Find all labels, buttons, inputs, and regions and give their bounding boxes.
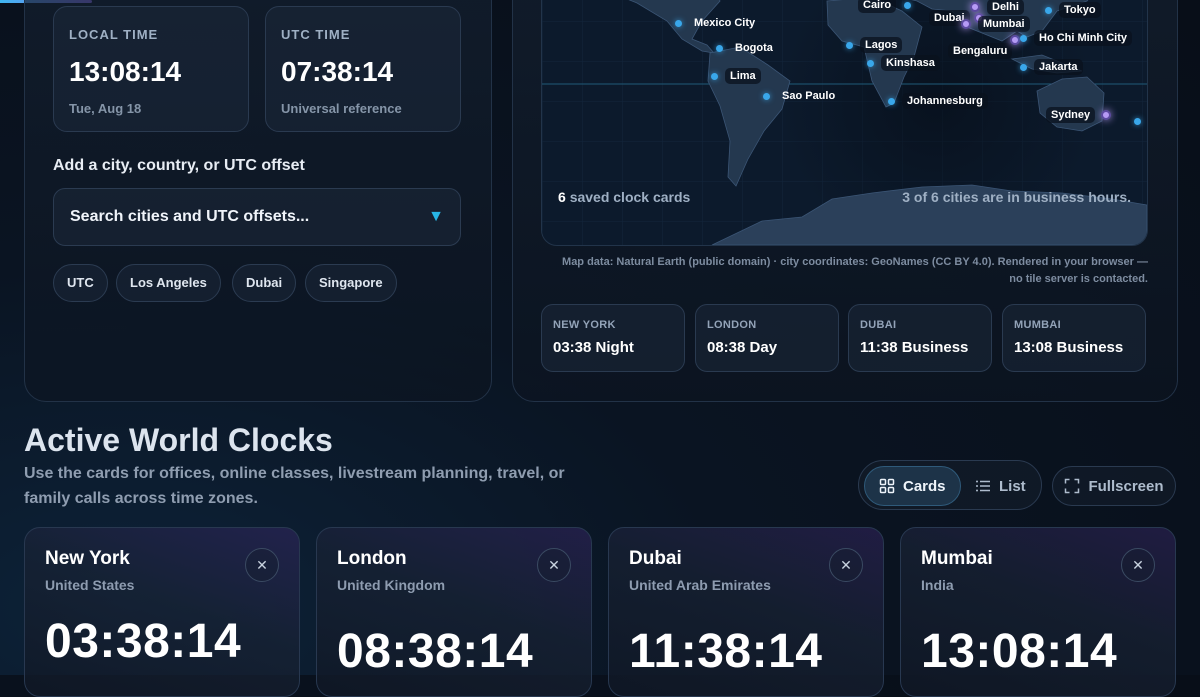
clock-card-city: London	[337, 548, 407, 569]
city-marker-kinshasa[interactable]: Kinshasa	[867, 55, 940, 71]
fullscreen-icon	[1065, 478, 1080, 494]
clock-card-time: 08:38:14	[337, 625, 534, 678]
city-marker-cairo[interactable]: Cairo	[851, 0, 912, 13]
clock-card-country: United States	[45, 577, 135, 593]
city-marker-ho-chi-minh-city[interactable]: Ho Chi Minh City	[1020, 30, 1132, 46]
grid-icon	[879, 478, 895, 494]
city-marker-johannesburg[interactable]: Johannesburg	[888, 93, 988, 109]
quick-chip-utc[interactable]: UTC	[53, 264, 108, 302]
clock-card-country: United Kingdom	[337, 577, 446, 593]
close-icon[interactable]: ✕	[245, 548, 279, 582]
city-marker-delhi[interactable]: Delhi	[970, 0, 1024, 15]
mini-clock-dubai[interactable]: DUBAI 11:38 Business	[848, 304, 992, 372]
city-marker-lagos[interactable]: Lagos	[846, 37, 903, 53]
mini-clock-london[interactable]: LONDON 08:38 Day	[695, 304, 839, 372]
view-toggle: Cards List	[858, 460, 1042, 510]
local-time-card: LOCAL TIME 13:08:14 Tue, Aug 18	[53, 6, 249, 132]
utc-time-value: 07:38:14	[281, 56, 394, 87]
city-search[interactable]: ▼	[53, 188, 461, 246]
city-marker-mexico-city[interactable]: Mexico City	[675, 15, 760, 31]
city-marker-sao-paulo[interactable]: Sao Paulo	[763, 88, 840, 104]
quick-chip-los-angeles[interactable]: Los Angeles	[116, 264, 221, 302]
local-time-value: 13:08:14	[69, 56, 182, 87]
city-marker-bengaluru[interactable]: Bengaluru	[941, 35, 1021, 59]
clock-card-mumbai: Mumbai India ✕ 13:08:14	[900, 527, 1176, 697]
cards-view-button[interactable]: Cards	[864, 466, 961, 506]
utc-subtitle: Universal reference	[281, 101, 402, 116]
list-icon	[976, 480, 990, 492]
saved-cards-summary: 6 saved clock cards	[558, 189, 690, 205]
city-search-input[interactable]	[54, 189, 456, 245]
section-description: Use the cards for offices, online classe…	[24, 465, 565, 507]
local-date: Tue, Aug 18	[69, 101, 142, 116]
clock-card-country: United Arab Emirates	[629, 577, 771, 593]
saved-count: 6	[558, 189, 566, 205]
clock-card-city: Dubai	[629, 548, 682, 569]
mini-clock-mumbai[interactable]: MUMBAI 13:08 Business	[1002, 304, 1146, 372]
fullscreen-button[interactable]: Fullscreen	[1052, 466, 1176, 506]
city-marker-lima[interactable]: Lima	[711, 68, 761, 84]
saved-text: saved clock cards	[569, 189, 691, 205]
list-view-button[interactable]: List	[961, 466, 1040, 506]
quick-chip-singapore[interactable]: Singapore	[305, 264, 397, 302]
map-attribution: Map data: Natural Earth (public domain) …	[562, 256, 1148, 285]
business-hours-summary: 3 of 6 cities are in business hours.	[902, 189, 1131, 205]
utc-time-card: UTC TIME 07:38:14 Universal reference	[265, 6, 461, 132]
clock-card-dubai: Dubai United Arab Emirates ✕ 11:38:14	[608, 527, 884, 697]
clock-card-country: India	[921, 577, 954, 593]
clock-card-london: London United Kingdom ✕ 08:38:14	[316, 527, 592, 697]
close-icon[interactable]: ✕	[537, 548, 571, 582]
mini-clock-new-york[interactable]: NEW YORK 03:38 Night	[541, 304, 685, 372]
clock-card-time: 11:38:14	[629, 625, 823, 678]
city-marker-tokyo[interactable]: Tokyo	[1045, 2, 1101, 18]
clock-card-new-york: New York United States ✕ 03:38:14	[24, 527, 300, 697]
section-title: Active World Clocks	[24, 422, 333, 458]
world-map[interactable]: Mexico City Bogota Lima Sao Paulo Cairo …	[541, 0, 1148, 246]
close-icon[interactable]: ✕	[829, 548, 863, 582]
utc-time-label: UTC TIME	[281, 27, 351, 42]
chevron-down-icon[interactable]: ▼	[428, 208, 444, 226]
clock-card-time: 03:38:14	[45, 615, 242, 668]
quick-chip-dubai[interactable]: Dubai	[232, 264, 297, 302]
clock-card-time: 13:08:14	[921, 625, 1118, 678]
city-marker-sydney[interactable]: Sydney	[1039, 107, 1112, 123]
city-marker-bogota[interactable]: Bogota	[716, 40, 778, 56]
local-time-label: LOCAL TIME	[69, 27, 159, 42]
clock-card-city: Mumbai	[921, 548, 993, 569]
clock-card-city: New York	[45, 548, 130, 569]
city-marker-pacific[interactable]	[1134, 118, 1141, 125]
add-city-label: Add a city, country, or UTC offset	[53, 157, 305, 174]
city-marker-jakarta[interactable]: Jakarta	[1020, 59, 1083, 75]
close-icon[interactable]: ✕	[1121, 548, 1155, 582]
